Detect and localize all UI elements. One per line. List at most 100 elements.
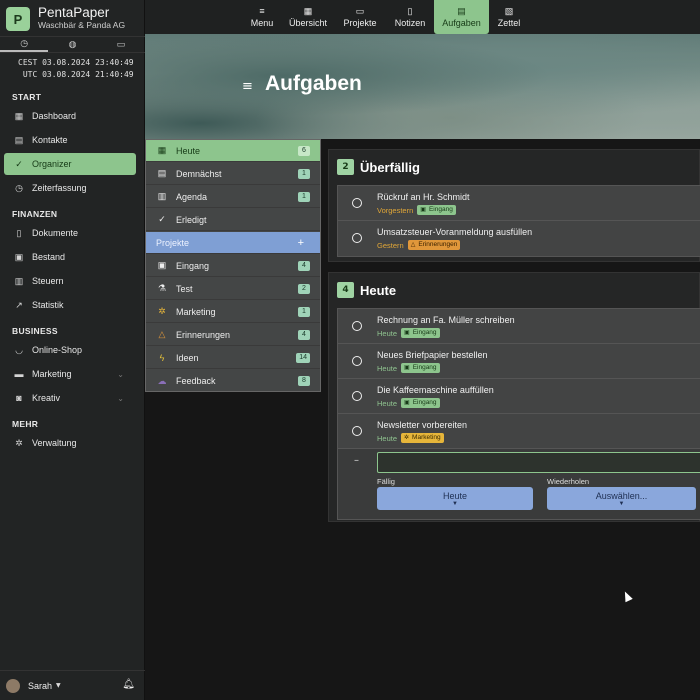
project-test[interactable]: ⚗ Test 2 [146,278,320,300]
dashboard-icon: ▦ [14,110,24,121]
overdue-count: 2 [337,159,354,175]
user-menu[interactable]: Sarah [28,681,52,691]
filter-agenda[interactable]: ▥ Agenda 1 [146,186,320,208]
sidebar-item-dashboard[interactable]: ▦ Dashboard [4,105,136,127]
tab-label: Menu [250,18,274,28]
task-row[interactable]: Rückruf an Hr. Schmidt Vorgestern ▣ Einga… [338,186,700,221]
due-select[interactable]: Heute ▼ [377,487,533,510]
filter-demnaechst[interactable]: ▤ Demnächst 1 [146,163,320,185]
project-marketing[interactable]: ✲ Marketing 1 [146,301,320,323]
task-title: Die Kaffeemaschine auffüllen [377,385,494,395]
filter-erledigt[interactable]: ✓ Erledigt [146,209,320,231]
task-checkbox[interactable] [352,321,362,331]
tag-label: Eingang [428,206,453,213]
marketing-icon: ▬ [14,369,24,379]
sidebar-item-label: Dashboard [32,111,77,121]
project-tag: ✲ Marketing [401,433,444,443]
tab-uebersicht[interactable]: ▦ Übersicht [287,0,329,34]
task-checkbox[interactable] [352,198,362,208]
panel-title: Überfällig [360,159,420,175]
sidebar-item-steuern[interactable]: ▥ Steuern [4,270,136,292]
task-due: Vorgestern [377,205,414,215]
tag-label: Eingang [412,399,437,406]
tab-notizen[interactable]: ▯ Notizen [391,0,429,34]
sidebar-item-label: Bestand [32,252,66,262]
projects-header[interactable]: Projekte + [146,232,320,254]
filter-label: Erledigt [176,214,207,225]
sidebar-item-label: Organizer [32,159,72,169]
sidebar-item-kontakte[interactable]: ▤ Kontakte [4,129,136,151]
sidebar-item-kreativ[interactable]: ◙ Kreativ ⌄ [4,387,136,409]
collapse-icon[interactable]: – [354,455,359,466]
task-checkbox[interactable] [352,426,362,436]
filter-heute[interactable]: ▦ Heute 6 [146,140,320,162]
briefcase-icon: ▭ [355,6,365,16]
sidebar-item-verwaltung[interactable]: ✲ Verwaltung [4,432,136,454]
project-feedback[interactable]: ☁ Feedback 8 [146,370,320,392]
tab-zettel[interactable]: ▧ Zettel [494,0,524,34]
camera-icon: ◙ [16,393,22,403]
project-ideen[interactable]: ϟ Ideen 14 [146,347,320,369]
task-checkbox[interactable] [352,391,362,401]
brand[interactable]: P PentaPaper Waschbär & Panda AG [6,6,125,31]
tab-label: Notizen [394,18,426,28]
task-due: Gestern [377,240,404,250]
task-title: Rückruf an Hr. Schmidt [377,192,470,202]
task-checkbox[interactable] [352,356,362,366]
sidebar-item-statistik[interactable]: ↗ Statistik [4,294,136,316]
tab-projekte[interactable]: ▭ Projekte [340,0,380,34]
count-badge: 4 [298,261,310,271]
tab-label: Übersicht [288,18,327,28]
tab-menu[interactable]: ≡ Menu [246,0,278,34]
sidebar-item-label: Marketing [32,369,72,379]
project-label: Ideen [176,352,199,363]
repeat-select[interactable]: Auswählen... ▼ [547,487,696,510]
sidebar-item-zeiterfassung[interactable]: ◷ Zeiterfassung [4,177,136,199]
globe-icon[interactable]: ◍ [48,37,96,52]
tag-label: Eingang [412,329,437,336]
contacts-icon: ▤ [14,134,24,145]
tab-aufgaben[interactable]: ▤ Aufgaben [434,0,489,34]
header-banner: ≡ Aufgaben [145,34,700,139]
sidebar-item-bestand[interactable]: ▣ Bestand [4,246,136,268]
count-badge: 1 [298,169,310,179]
task-title: Neues Briefpapier bestellen [377,350,488,360]
task-due: Heute [377,363,398,373]
project-eingang[interactable]: ▣ Eingang 4 [146,255,320,277]
project-erinnerungen[interactable]: △ Erinnerungen 4 [146,324,320,346]
calendar-icon[interactable]: ▭ [97,37,145,52]
repeat-label: Wiederholen [547,477,590,486]
task-title: Newsletter vorbereiten [377,420,468,430]
avatar[interactable] [6,678,20,693]
task-row[interactable]: Newsletter vorbereiten Heute ✲ Marketing [338,414,700,449]
sidebar-item-label: Verwaltung [32,438,77,448]
bell-icon[interactable]: 🔔︎ [122,679,135,690]
sidebar-item-dokumente[interactable]: ▯ Dokumente [4,222,136,244]
new-task-input[interactable] [377,452,700,473]
clock-icon: ◷ [15,182,23,193]
count-badge: 6 [298,146,310,156]
sidebar-item-marketing[interactable]: ▬ Marketing ⌄ [4,363,136,385]
calendar-today-icon: ▦ [157,145,167,155]
task-row[interactable]: Die Kaffeemaschine auffüllen Heute ▣ Eing… [338,379,700,414]
task-row[interactable]: Rechnung an Fa. Müller schreiben Heute ▣… [338,309,700,344]
today-task-list: Rechnung an Fa. Müller schreiben Heute ▣… [337,308,700,520]
today-panel: 4 Heute Rechnung an Fa. Müller schreiben… [328,272,700,522]
sidebar-item-online-shop[interactable]: ◡ Online-Shop [4,339,136,361]
filter-label: Heute [176,145,201,156]
sidebar-item-organizer[interactable]: ✓ Organizer [4,153,136,175]
task-row[interactable]: Neues Briefpapier bestellen Heute ▣ Einga… [338,344,700,379]
clock-icon[interactable]: ◷ [0,37,49,52]
task-row[interactable]: Umsatzsteuer-Voranmeldung ausfüllen Gest… [338,221,700,256]
projects-header-label: Projekte [156,237,190,248]
hamburger-icon[interactable]: ≡ [242,79,253,94]
check-circle-icon: ✓ [158,214,166,224]
tab-label: Zettel [497,18,521,28]
task-title: Umsatzsteuer-Voranmeldung ausfüllen [377,227,533,237]
task-checkbox[interactable] [352,233,362,243]
tasks-icon: ▤ [457,6,466,16]
add-project-icon[interactable]: + [298,237,304,249]
project-label: Erinnerungen [176,329,231,340]
count-badge: 14 [296,353,310,363]
overview-icon: ▦ [303,6,313,16]
